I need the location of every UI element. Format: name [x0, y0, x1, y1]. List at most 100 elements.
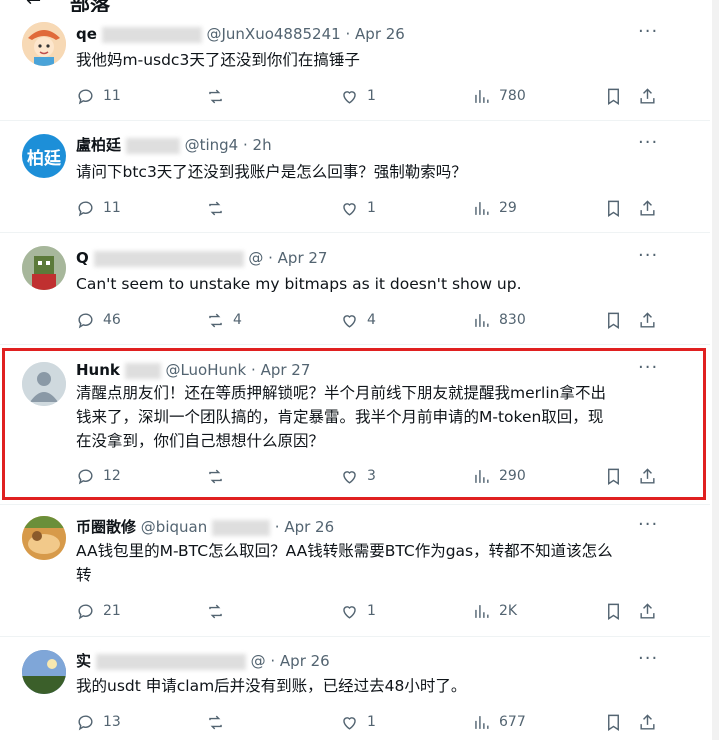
avatar[interactable]: [22, 516, 66, 560]
handle[interactable]: @biquan: [141, 518, 207, 536]
repost-button[interactable]: [206, 196, 225, 220]
tweet-text: AA钱包里的M-BTC怎么取回？AA钱转账需要BTC作为gas，转都不知道该怎么…: [76, 542, 613, 584]
more-icon[interactable]: ···: [638, 23, 658, 46]
like-button[interactable]: 1: [340, 196, 376, 220]
like-button[interactable]: 1: [340, 599, 376, 623]
reply-count: 46: [103, 312, 121, 328]
avatar-image: [22, 22, 66, 66]
tweet-header: 盧柏廷 @ting4 · 2h: [76, 136, 272, 154]
views-button[interactable]: 2K: [472, 599, 517, 623]
bookmark-icon: [608, 200, 619, 217]
tweet[interactable]: 币圈散修 @biquan · Apr 26 ··· AA钱包里的M-BTC怎么取…: [0, 504, 710, 637]
reply-icon: [78, 603, 93, 619]
timestamp[interactable]: Apr 26: [284, 518, 334, 536]
avatar-text: 柏廷: [27, 148, 61, 169]
display-name[interactable]: qe: [76, 25, 97, 43]
avatar[interactable]: [22, 650, 66, 694]
display-name[interactable]: 币圈散修: [76, 518, 136, 536]
share-icon: [640, 87, 655, 104]
timestamp[interactable]: Apr 26: [280, 652, 330, 670]
avatar[interactable]: 柏廷: [22, 134, 66, 178]
handle[interactable]: @: [248, 249, 263, 267]
timestamp[interactable]: 2h: [253, 136, 272, 154]
share-icon: [640, 713, 655, 730]
redacted-handle: [212, 519, 270, 536]
tweet-text: 请问下btc3天了还没到我账户是怎么回事？强制勒索吗？: [76, 163, 467, 181]
more-icon[interactable]: ···: [638, 247, 658, 270]
reply-button[interactable]: 46: [76, 308, 121, 332]
like-button[interactable]: 1: [340, 84, 376, 108]
views-icon: [475, 715, 489, 729]
views-button[interactable]: 677: [472, 710, 526, 734]
scrollbar[interactable]: [712, 0, 719, 740]
timestamp[interactable]: Apr 26: [355, 25, 405, 43]
views-button[interactable]: 830: [472, 308, 526, 332]
share-button[interactable]: [638, 308, 657, 332]
repost-icon: [209, 201, 222, 215]
views-button[interactable]: 29: [472, 196, 517, 220]
bookmark-button[interactable]: [604, 308, 623, 332]
share-button[interactable]: [638, 599, 657, 623]
views-button[interactable]: 780: [472, 84, 526, 108]
display-name[interactable]: Q: [76, 249, 89, 267]
action-bar: 13 1 677: [76, 710, 666, 734]
repost-button[interactable]: 4: [206, 308, 242, 332]
share-icon: [640, 199, 655, 216]
avatar[interactable]: [22, 246, 66, 290]
like-button[interactable]: 1: [340, 710, 376, 734]
share-button[interactable]: [638, 196, 657, 220]
reply-icon: [78, 88, 93, 104]
more-icon[interactable]: ···: [638, 516, 658, 539]
like-count: 1: [367, 88, 376, 104]
tweet-header: Q @ · Apr 27: [76, 249, 328, 267]
share-icon: [640, 602, 655, 619]
like-icon: [343, 314, 356, 328]
tweet[interactable]: 实 @ · Apr 26 ··· 我的usdt 申请clam后并没有到账，已经过…: [0, 636, 710, 740]
tweet-text: 我的usdt 申请clam后并没有到账，已经过去48小时了。: [76, 677, 467, 695]
bookmark-icon: [608, 603, 619, 620]
tweet-header: qe @JunXuo4885241 · Apr 26: [76, 25, 405, 43]
like-count: 1: [367, 200, 376, 216]
bookmark-icon: [608, 312, 619, 329]
tweet-text: 我他妈m-usdc3天了还没到你们在搞锤子: [76, 51, 360, 69]
view-count: 677: [499, 714, 526, 730]
avatar[interactable]: [22, 22, 66, 66]
reply-count: 21: [103, 603, 121, 619]
redacted-handle: [125, 137, 180, 154]
repost-button[interactable]: [206, 710, 225, 734]
handle[interactable]: @: [251, 652, 266, 670]
bookmark-button[interactable]: [604, 84, 623, 108]
reply-button[interactable]: 13: [76, 710, 121, 734]
like-count: 1: [367, 714, 376, 730]
more-icon[interactable]: ···: [638, 650, 658, 673]
views-icon: [475, 201, 489, 215]
bookmark-button[interactable]: [604, 196, 623, 220]
like-button[interactable]: 4: [340, 308, 376, 332]
more-icon[interactable]: ···: [638, 134, 658, 157]
reply-count: 11: [103, 88, 121, 104]
views-icon: [475, 313, 489, 327]
timestamp[interactable]: Apr 27: [278, 249, 328, 267]
reply-button[interactable]: 21: [76, 599, 121, 623]
bookmark-button[interactable]: [604, 599, 623, 623]
view-count: 2K: [499, 603, 518, 619]
bookmark-button[interactable]: [604, 710, 623, 734]
tweet[interactable]: 柏廷 盧柏廷 @ting4 · 2h ··· 请问下btc3天了还没到我账户是怎…: [0, 120, 710, 233]
display-name[interactable]: 实: [76, 652, 91, 670]
reply-button[interactable]: 11: [76, 196, 121, 220]
redacted-name: [95, 653, 246, 670]
tweet[interactable]: Q @ · Apr 27 ··· Can't seem to unstake m…: [0, 232, 710, 345]
handle[interactable]: @ting4: [185, 136, 239, 154]
handle[interactable]: @JunXuo4885241: [206, 25, 340, 43]
share-button[interactable]: [638, 710, 657, 734]
repost-button[interactable]: [206, 599, 225, 623]
repost-button[interactable]: [206, 84, 225, 108]
action-bar: 11 1 780: [76, 84, 666, 108]
tweet-header: 实 @ · Apr 26: [76, 652, 330, 670]
reply-count: 11: [103, 200, 121, 216]
share-button[interactable]: [638, 84, 657, 108]
reply-count: 13: [103, 714, 121, 730]
display-name[interactable]: 盧柏廷: [76, 136, 121, 154]
tweet[interactable]: qe @JunXuo4885241 · Apr 26 ··· 我他妈m-usdc…: [0, 12, 710, 121]
reply-button[interactable]: 11: [76, 84, 121, 108]
